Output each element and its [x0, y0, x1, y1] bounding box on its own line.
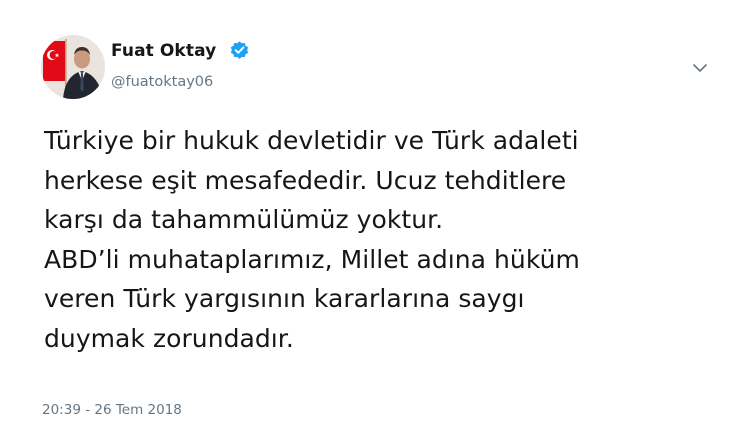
tweet-text-line: duymak zorundadır. — [44, 323, 294, 353]
author-name[interactable]: Fuat Oktay — [111, 41, 216, 61]
tweet-menu-button[interactable] — [688, 58, 712, 78]
author-handle[interactable]: @fuatoktay06 — [111, 74, 213, 90]
tweet-text-line: ABD’li muhataplarımız, Millet adına hükü… — [44, 244, 580, 274]
profile-photo-icon — [41, 35, 105, 99]
verified-badge-icon — [230, 41, 249, 59]
tweet-card: Fuat Oktay @fuatoktay06 Türkiye bir huku… — [0, 0, 740, 444]
chevron-down-icon — [693, 64, 707, 72]
tweet-timestamp[interactable]: 20:39 - 26 Tem 2018 — [42, 402, 182, 418]
tweet-text-line: herkese eşit mesafededir. Ucuz tehditler… — [44, 165, 567, 195]
tweet-text-line: karşı da tahammülümüz yoktur. — [44, 205, 444, 234]
avatar[interactable] — [41, 35, 105, 99]
tweet-text-line: Türkiye bir hukuk devletidir ve Türk ada… — [44, 126, 579, 155]
tweet-text-line: veren Türk yargısının kararlarına saygı — [44, 284, 525, 313]
tweet-text: Türkiye bir hukuk devletidir ve Türk ada… — [44, 121, 704, 358]
